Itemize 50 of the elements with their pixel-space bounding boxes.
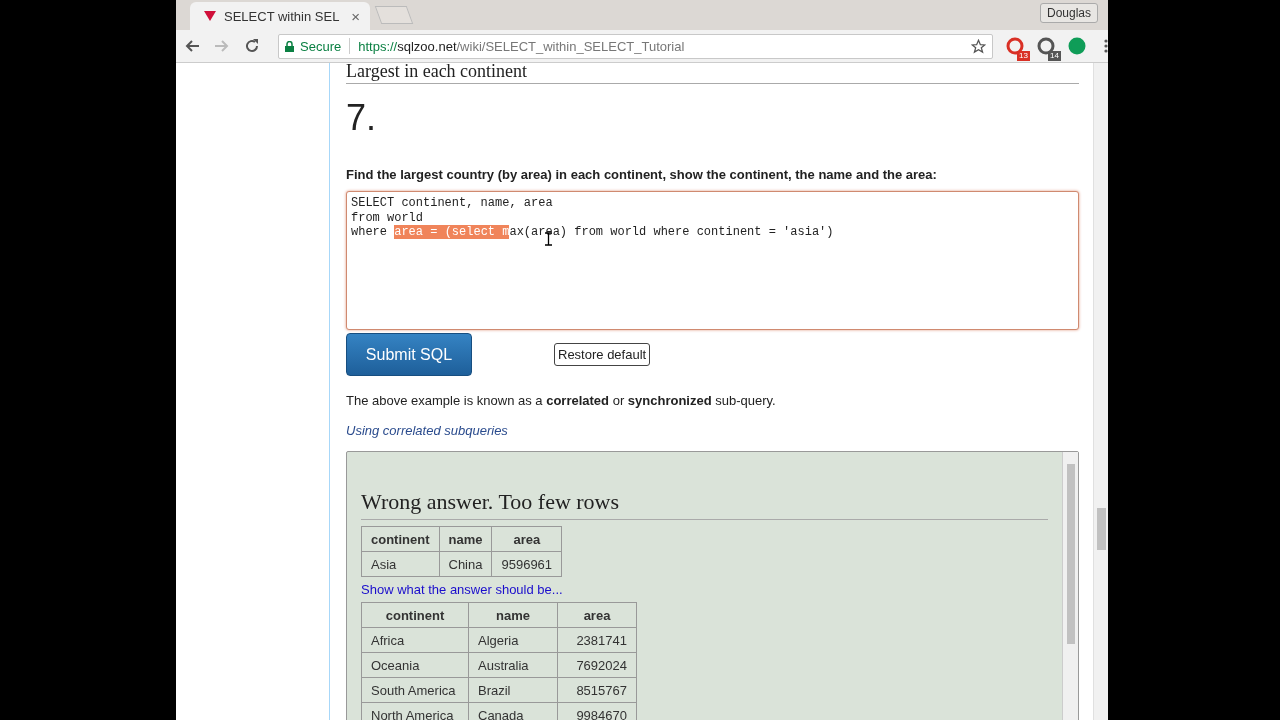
extension-icon[interactable] (1037, 37, 1055, 55)
star-icon[interactable] (971, 38, 986, 54)
table-cell: China (439, 551, 492, 577)
table-cell: North America (361, 702, 469, 720)
table-cell: 8515767 (557, 677, 637, 703)
browser-tab[interactable]: SELECT within SEL × (190, 2, 370, 30)
column-header: continent (361, 602, 469, 628)
profile-button[interactable]: Douglas (1039, 3, 1098, 23)
note-text: The above example is known as a correlated or synchronized sub-query. (346, 393, 777, 408)
site-icon (204, 11, 216, 21)
table-cell: South America (361, 677, 469, 703)
restore-default-button[interactable]: Restore default (554, 343, 651, 366)
menu-icon[interactable] (1104, 39, 1108, 53)
show-answer-link[interactable]: Show what the answer should be... (361, 582, 1048, 597)
column-header: name (468, 602, 558, 628)
result-message: Wrong answer. Too few rows (361, 489, 1048, 520)
code-line: from world (351, 210, 424, 225)
table-cell: Brazil (468, 677, 558, 703)
scrollbar[interactable] (1062, 452, 1078, 720)
column-header: area (491, 526, 562, 552)
count-badge: 14 (1048, 51, 1061, 61)
table-cell: 9596961 (491, 551, 562, 577)
sql-editor[interactable]: SELECT continent, name, area from world where area = (select max(area) from world where continent = 'asia') (346, 191, 1079, 330)
lock-icon (285, 40, 294, 52)
code-line: SELECT continent, name, area (351, 196, 554, 211)
extension-icon[interactable] (1068, 37, 1086, 55)
table-cell: Asia (361, 551, 439, 577)
question-text: Find the largest country (by area) in each continent, show the continent, the name and the area: (346, 167, 938, 182)
submit-button[interactable]: Submit SQL (346, 333, 472, 376)
section-heading: Largest in each continent (346, 63, 1079, 84)
reload-icon[interactable] (244, 38, 260, 54)
table-cell: 7692024 (557, 652, 637, 678)
address-bar[interactable]: Secure https://sqlzoo.net/wiki/SELECT_within_SELECT_Tutorial (278, 33, 993, 59)
column-header: area (557, 602, 637, 628)
question-number: 7. (346, 98, 378, 138)
table-cell: Oceania (361, 652, 469, 678)
table-cell: Algeria (468, 627, 558, 653)
page-scrollbar[interactable] (1093, 63, 1108, 720)
column-header: name (439, 526, 492, 552)
table-cell: Australia (468, 652, 558, 678)
table-cell: 2381741 (557, 627, 637, 653)
count-badge: 13 (1017, 51, 1030, 61)
column-header: continent (361, 526, 439, 552)
secure-label: Secure (300, 38, 342, 54)
code-line: where area = (select max(area) from world where continent = 'asia') (351, 225, 835, 240)
table-cell: Africa (361, 627, 469, 653)
url-text: https://sqlzoo.net/wiki/SELECT_within_SELECT_Tutorial (358, 38, 686, 54)
help-link[interactable]: Using correlated subqueries (346, 423, 508, 438)
extension-icon[interactable] (1006, 37, 1024, 55)
back-icon[interactable] (184, 38, 200, 54)
